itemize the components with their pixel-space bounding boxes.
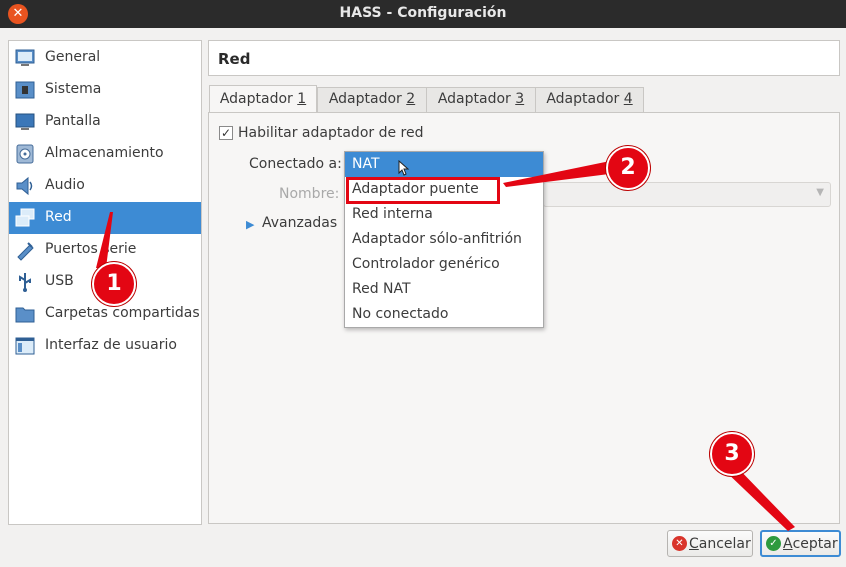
sidebar-item-pantalla[interactable]: Pantalla	[9, 106, 201, 138]
cancel-icon: ✕	[672, 536, 687, 551]
user-interface-icon	[15, 337, 35, 355]
network-icon	[15, 208, 35, 227]
option-controlador-generico[interactable]: Controlador genérico	[345, 252, 543, 277]
speaker-icon	[16, 176, 33, 196]
annotation-badge-2: 2	[606, 146, 650, 190]
folder-icon	[15, 307, 35, 323]
cancel-mnemonic: C	[689, 535, 699, 552]
name-label: Nombre:	[279, 186, 340, 202]
tab-mnemonic: 1	[297, 91, 307, 107]
general-icon	[15, 49, 35, 66]
system-chip-icon	[15, 81, 35, 99]
tab-mnemonic: 3	[515, 91, 525, 107]
tab-mnemonic: 2	[406, 91, 416, 107]
accept-button[interactable]: ✓ Aceptar	[760, 530, 841, 557]
tab-label: Adaptador	[437, 91, 516, 107]
annotation-badge-1: 1	[92, 262, 136, 306]
accept-mnemonic: A	[783, 535, 793, 552]
sidebar-item-red[interactable]: Red	[9, 202, 201, 234]
advanced-toggle[interactable]: Avanzadas	[262, 215, 337, 231]
sidebar-item-label: Red	[45, 209, 72, 225]
annotation-badge-3: 3	[710, 432, 754, 476]
cancel-label: ancelar	[698, 535, 751, 552]
page-title: Red	[218, 50, 251, 68]
option-red-nat[interactable]: Red NAT	[345, 277, 543, 302]
tab-adaptador-3[interactable]: Adaptador 3	[426, 87, 536, 112]
tab-adaptador-2[interactable]: Adaptador 2	[317, 87, 427, 112]
connected-to-label: Conectado a:	[249, 156, 342, 172]
storage-disk-icon	[16, 144, 34, 164]
section-header: Red	[208, 40, 840, 76]
cancel-button[interactable]: ✕ Cancelar	[667, 530, 753, 557]
enable-adapter-checkbox[interactable]: ✓	[219, 126, 233, 140]
tab-label: Adaptador	[546, 91, 624, 107]
sidebar-item-label: Almacenamiento	[45, 145, 164, 161]
option-adaptador-solo-anfitrion[interactable]: Adaptador sólo-anfitrión	[345, 227, 543, 252]
sidebar-item-label: Pantalla	[45, 113, 101, 129]
tab-label: Adaptador	[328, 91, 407, 107]
mouse-cursor-icon	[398, 160, 410, 176]
sidebar-item-label: General	[45, 49, 101, 65]
sidebar-item-audio[interactable]: Audio	[9, 170, 201, 202]
window-title: HASS - Configuración	[339, 5, 507, 21]
sidebar-item-label: Sistema	[45, 81, 102, 97]
sidebar-item-label: Audio	[45, 177, 85, 193]
option-nat[interactable]: NAT	[345, 152, 543, 177]
name-select[interactable]: ▼	[543, 182, 831, 207]
enable-adapter-label[interactable]: Habilitar adaptador de red	[238, 125, 424, 141]
title-bar: ✕ HASS - Configuración	[0, 0, 846, 28]
chevron-down-icon: ▼	[816, 187, 824, 198]
sidebar-item-almacenamiento[interactable]: Almacenamiento	[9, 138, 201, 170]
sidebar-item-interfaz[interactable]: Interfaz de usuario	[9, 330, 201, 362]
sidebar-item-label: Carpetas compartidas	[45, 305, 200, 321]
sidebar-item-label: Puertos serie	[45, 241, 137, 257]
option-red-interna[interactable]: Red interna	[345, 202, 543, 227]
annotation-highlight-box	[346, 177, 500, 204]
sidebar-item-puertos-serie[interactable]: Puertos serie	[9, 234, 201, 266]
display-icon	[15, 113, 35, 130]
tab-label: Adaptador	[219, 91, 298, 107]
serial-port-icon	[17, 242, 34, 261]
accept-check-icon: ✓	[766, 536, 781, 551]
option-no-conectado[interactable]: No conectado	[345, 302, 543, 327]
sidebar-item-general[interactable]: General	[9, 42, 201, 74]
sidebar-item-sistema[interactable]: Sistema	[9, 74, 201, 106]
sidebar-item-label: Interfaz de usuario	[45, 337, 177, 353]
tab-mnemonic: 4	[623, 91, 633, 107]
sidebar-item-label: USB	[45, 273, 74, 289]
usb-icon	[19, 273, 31, 292]
tab-adaptador-1[interactable]: Adaptador 1	[209, 85, 317, 113]
tab-adaptador-4[interactable]: Adaptador 4	[535, 87, 644, 112]
accept-label: ceptar	[792, 535, 838, 552]
expand-arrow-icon[interactable]: ▶	[246, 218, 254, 231]
